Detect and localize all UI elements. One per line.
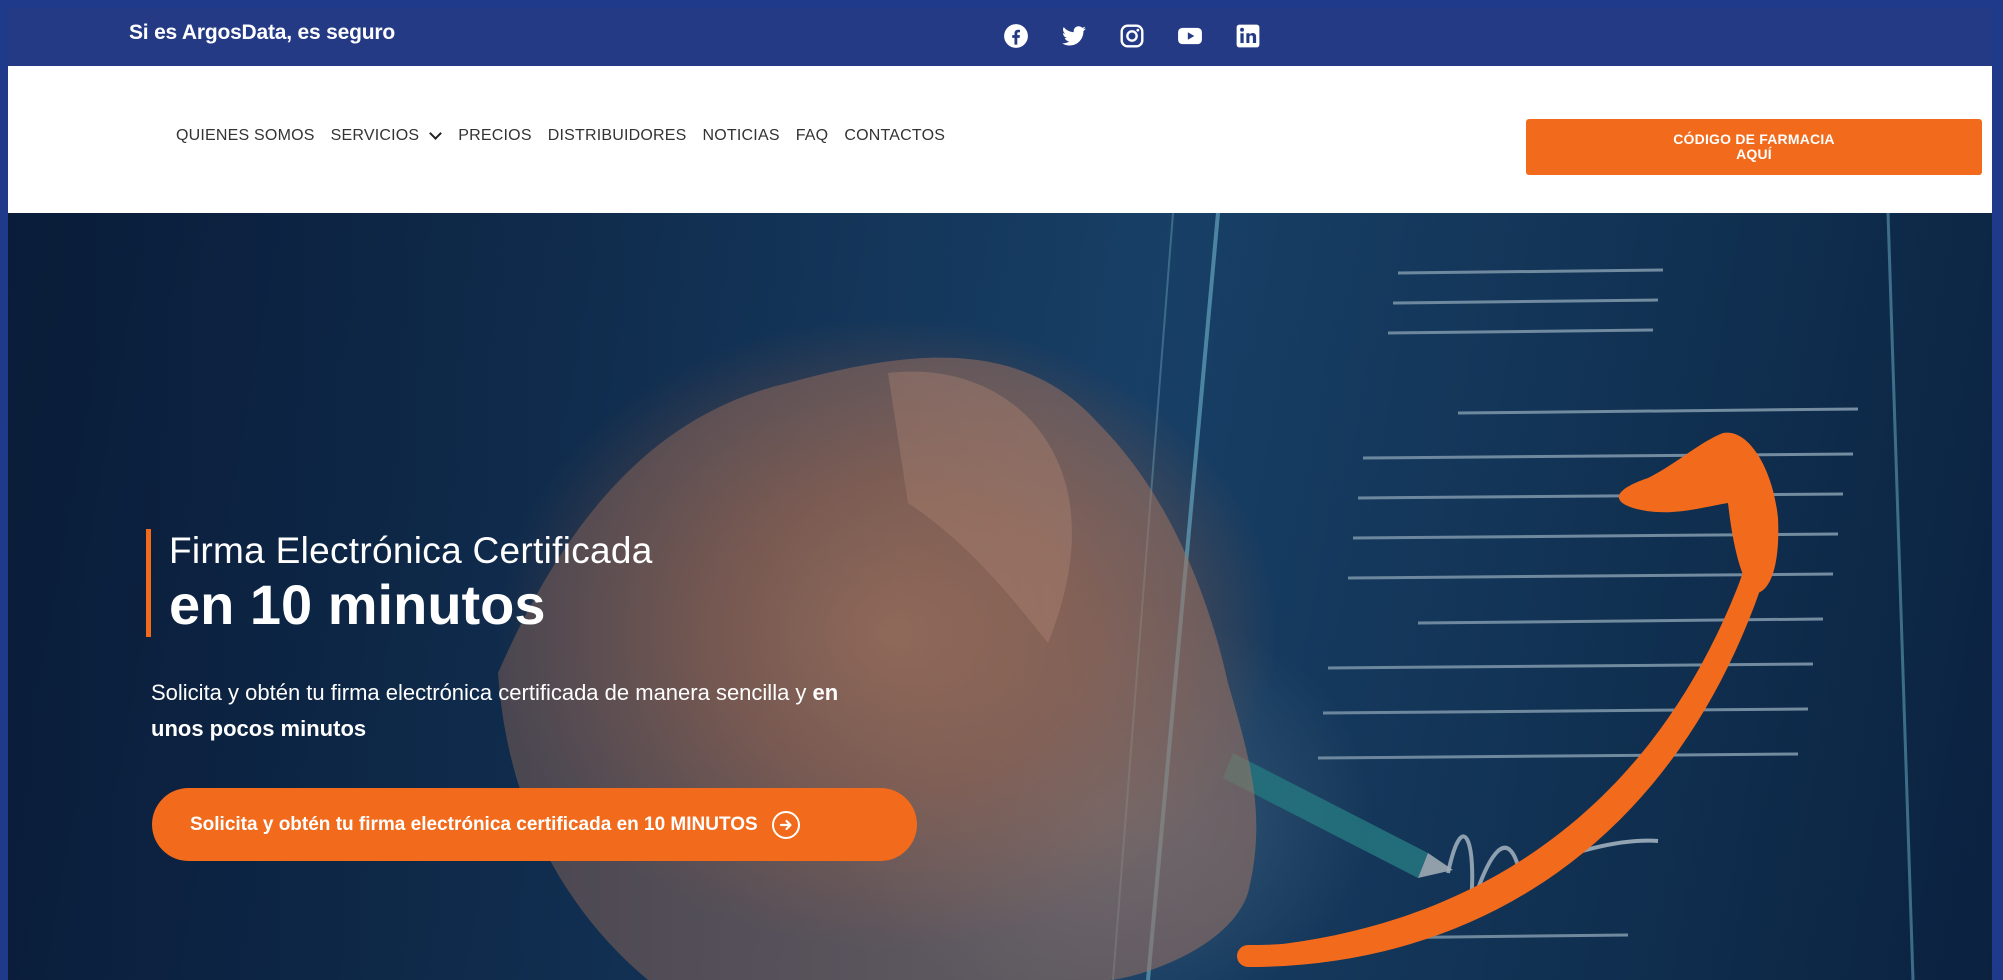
arrow-right-circle-icon xyxy=(771,810,800,839)
main-navbar: QUIENES SOMOS SERVICIOS PRECIOS DISTRIBU… xyxy=(8,66,1992,213)
nav-item-distribuidores[interactable]: DISTRIBUIDORES xyxy=(548,127,687,145)
annotation-arrow-icon xyxy=(1237,432,1779,967)
nav-item-servicios[interactable]: SERVICIOS xyxy=(331,127,443,145)
hero-headline: Firma Electrónica Certificada en 10 minu… xyxy=(146,529,653,637)
nav-item-noticias[interactable]: NOTICIAS xyxy=(703,127,780,145)
page-frame: Si es ArgosData, es seguro QUIENES SOMOS xyxy=(8,8,1992,980)
nav-item-faq[interactable]: FAQ xyxy=(796,127,829,145)
nav-item-quienes-somos[interactable]: QUIENES SOMOS xyxy=(176,127,315,145)
hero-description-text: Solicita y obtén tu firma electrónica ce… xyxy=(151,680,813,705)
social-links xyxy=(1003,16,1261,56)
pharmacy-code-line1: CÓDIGO DE FARMACIA xyxy=(1673,131,1835,147)
hero-title-line2: en 10 minutos xyxy=(169,573,546,636)
tagline: Si es ArgosData, es seguro xyxy=(129,21,395,44)
nav-item-precios[interactable]: PRECIOS xyxy=(458,127,531,145)
instagram-icon[interactable] xyxy=(1119,23,1145,49)
pharmacy-code-line2: AQUÍ xyxy=(1736,146,1772,162)
hero-section: Firma Electrónica Certificada en 10 minu… xyxy=(8,213,1992,980)
youtube-icon[interactable] xyxy=(1177,23,1203,49)
nav-item-contactos[interactable]: CONTACTOS xyxy=(844,127,945,145)
main-menu: QUIENES SOMOS SERVICIOS PRECIOS DISTRIBU… xyxy=(176,127,945,145)
nav-item-servicios-label: SERVICIOS xyxy=(330,127,420,144)
request-signature-label: Solicita y obtén tu firma electrónica ce… xyxy=(190,813,758,835)
linkedin-icon[interactable] xyxy=(1235,23,1261,49)
request-signature-button[interactable]: Solicita y obtén tu firma electrónica ce… xyxy=(152,788,917,861)
top-bar: Si es ArgosData, es seguro xyxy=(8,8,1992,66)
chevron-down-icon xyxy=(429,127,443,140)
hero-title-line1: Firma Electrónica Certificada xyxy=(169,530,653,571)
pharmacy-code-button[interactable]: CÓDIGO DE FARMACIA AQUÍ xyxy=(1526,119,1982,175)
facebook-icon[interactable] xyxy=(1003,23,1029,49)
twitter-icon[interactable] xyxy=(1061,23,1087,49)
hero-description: Solicita y obtén tu firma electrónica ce… xyxy=(151,675,891,747)
